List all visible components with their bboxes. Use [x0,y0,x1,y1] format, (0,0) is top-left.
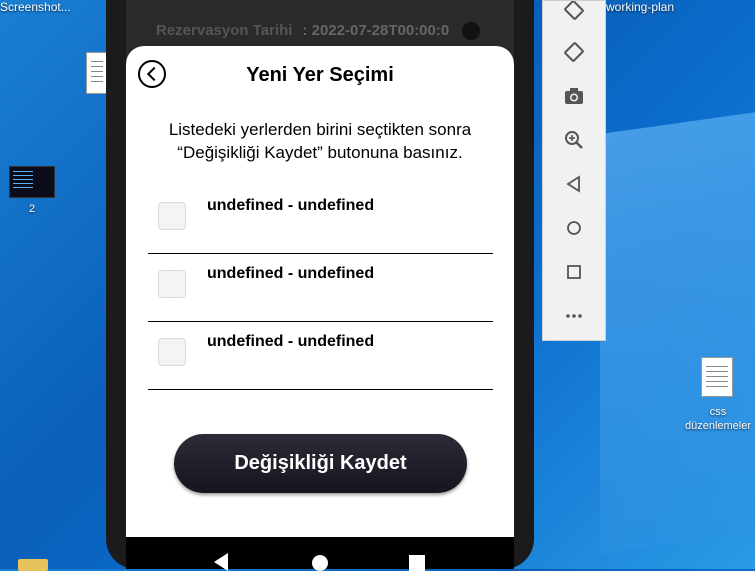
desktop-wallpaper-light [600,105,755,555]
place-label: undefined - undefined [207,197,375,214]
rotate-left-icon[interactable] [563,1,585,23]
reservation-date-value: : 2022-07-28T00:00:0 [302,22,450,39]
phone-screen: Rezervasyon Tarihi : 2022-07-28T00:00:0 Y… [126,0,514,571]
folder-icon[interactable] [18,559,48,571]
terminal-thumbnail-icon[interactable] [9,166,55,198]
desktop-icon-label-2[interactable]: 2 [29,203,35,215]
android-navbar [126,537,514,571]
reservation-date-label: Rezervasyon Tarihi [156,22,293,39]
phone-frame: Rezervasyon Tarihi : 2022-07-28T00:00:0 Y… [106,0,534,571]
desktop-icon-label-working-plan[interactable]: working-plan [606,0,674,14]
place-selection-modal: Yeni Yer Seçimi Listedeki yerlerden biri… [126,46,514,537]
rotate-right-icon[interactable] [563,41,585,63]
instructions-text: Listedeki yerlerden birini seçtikten son… [136,118,504,164]
place-checkbox[interactable] [158,338,186,366]
place-list: undefined - undefined undefined - undefi… [148,186,493,390]
more-icon[interactable] [563,305,585,327]
list-item[interactable]: undefined - undefined [148,254,493,322]
instructions-line-1: Listedeki yerlerden birini seçtikten son… [168,120,472,139]
status-dot-icon [462,22,480,40]
overview-icon[interactable] [563,261,585,283]
camera-icon[interactable] [563,85,585,107]
reservation-date-row: Rezervasyon Tarihi : 2022-07-28T00:00:0 [156,22,449,39]
place-checkbox[interactable] [158,202,186,230]
document-icon[interactable] [86,52,108,94]
modal-title: Yeni Yer Seçimi [246,64,394,86]
zoom-icon[interactable] [563,129,585,151]
instructions-line-2: “Değişikliği Kaydet” butonuna basınız. [177,143,463,162]
list-item[interactable]: undefined - undefined [148,322,493,390]
desktop-icon-label-css[interactable]: css düzenlemeler [680,405,755,433]
place-label: undefined - undefined [207,333,375,350]
list-item[interactable]: undefined - undefined [148,186,493,254]
text-file-icon[interactable] [701,357,733,397]
place-checkbox[interactable] [158,270,186,298]
desktop-icon-label-screenshot[interactable]: Screenshot... [0,0,71,14]
place-label: undefined - undefined [207,265,375,282]
save-changes-button[interactable]: Değişikliği Kaydet [174,434,467,493]
home-icon[interactable] [563,217,585,239]
back-icon[interactable] [563,173,585,195]
nav-back-icon[interactable] [214,553,228,571]
emulator-toolbar [542,0,606,341]
